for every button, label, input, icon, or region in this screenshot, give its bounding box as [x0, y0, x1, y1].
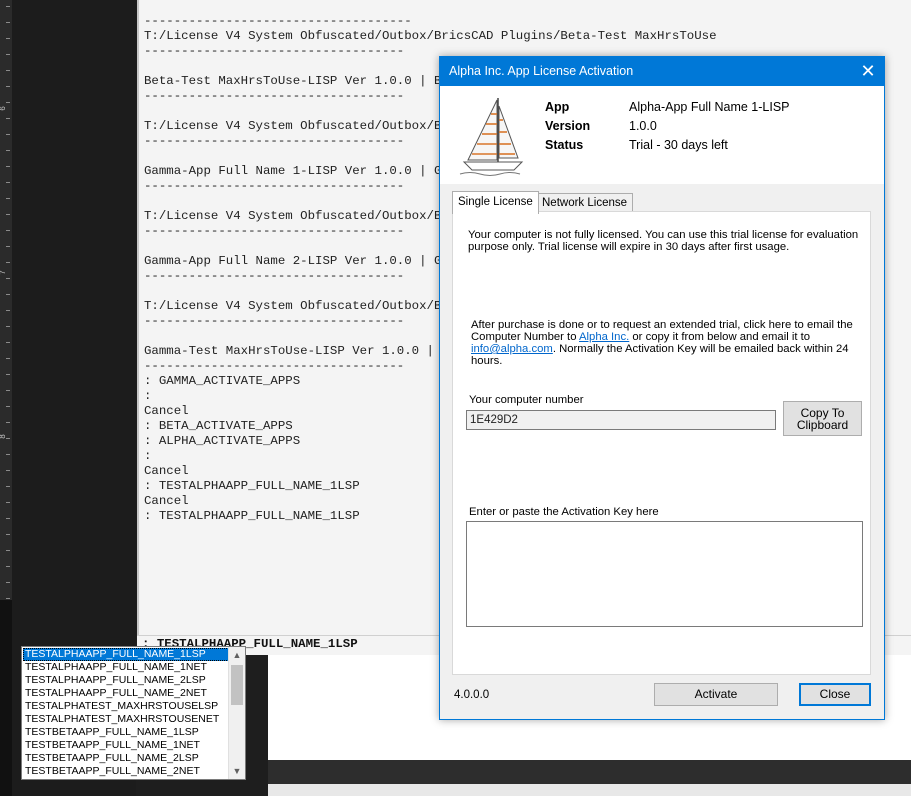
- ruler-tick: [6, 134, 10, 135]
- purchase-text: or copy it from below and email it to: [629, 331, 811, 343]
- close-icon[interactable]: ✕: [852, 57, 884, 86]
- autocomplete-items: TESTALPHAAPP_FULL_NAME_1LSP TESTALPHAAPP_…: [23, 648, 229, 778]
- purchase-text: . Normally the Activation Key will be em…: [552, 343, 849, 355]
- copy-button-label: Clipboard: [796, 418, 849, 432]
- computer-number-field[interactable]: 1E429D2: [466, 410, 776, 430]
- ruler-tick: [6, 598, 10, 599]
- chevron-up-icon[interactable]: ▲: [229, 647, 245, 663]
- email-link[interactable]: info@alpha.com: [471, 343, 553, 355]
- app-info-header: App Alpha-App Full Name 1-LISP Version 1…: [440, 86, 884, 184]
- copy-to-clipboard-button[interactable]: Copy To Clipboard: [783, 401, 862, 436]
- ruler-tick: [6, 182, 10, 183]
- version-value: 1.0.0: [629, 119, 657, 133]
- autocomplete-item[interactable]: TESTBETAAPP_FULL_NAME_2NET: [23, 765, 229, 778]
- ruler-label: 6: [0, 106, 8, 111]
- program-version: 4.0.0.0: [454, 689, 490, 701]
- ruler-tick: [6, 38, 10, 39]
- purchase-instructions: After purchase is done or to request an …: [471, 319, 853, 367]
- ruler-tick: [6, 166, 10, 167]
- ruler-tick: [6, 22, 10, 23]
- single-license-panel: Your computer is not fully licensed. You…: [452, 211, 871, 675]
- autocomplete-item[interactable]: TESTBETAAPP_FULL_NAME_1LSP: [23, 726, 229, 739]
- app-label: App: [545, 100, 570, 114]
- ruler-tick: [6, 214, 10, 215]
- ruler-tick: [6, 374, 10, 375]
- ruler-tick: [6, 294, 10, 295]
- ruler-tick: [6, 150, 10, 151]
- ruler-tick: [6, 246, 10, 247]
- trial-notice: Your computer is not fully licensed. You…: [468, 229, 858, 253]
- alpha-inc-link[interactable]: Alpha Inc.: [579, 331, 629, 343]
- computer-number-label: Your computer number: [469, 394, 584, 406]
- ruler-tick: [6, 502, 10, 503]
- scrollbar-thumb[interactable]: [231, 665, 243, 705]
- ruler-tick: [6, 262, 10, 263]
- chevron-down-icon[interactable]: ▼: [229, 763, 245, 779]
- version-label: Version: [545, 119, 591, 133]
- ruler-tick: [6, 278, 10, 279]
- ruler-tick: [6, 518, 10, 519]
- ruler-tick: [6, 486, 10, 487]
- ruler-tick: [6, 6, 10, 7]
- ruler-label: 8: [0, 434, 8, 439]
- status-value: Trial - 30 days left: [629, 138, 728, 152]
- autocomplete-item[interactable]: TESTALPHATEST_MAXHRSTOUSENET: [23, 713, 229, 726]
- ruler-tick: [6, 118, 10, 119]
- ruler-tick: [6, 54, 10, 55]
- ruler-tick: [6, 470, 10, 471]
- autocomplete-item[interactable]: TESTALPHATEST_MAXHRSTOUSELSP: [23, 700, 229, 713]
- ruler-tick: [6, 534, 10, 535]
- ruler-tick: [6, 102, 10, 103]
- trial-notice-line: Your computer is not fully licensed. You…: [468, 229, 859, 241]
- purchase-line: info@alpha.com. Normally the Activation …: [471, 343, 853, 355]
- sailboat-icon: [459, 98, 524, 176]
- activate-button[interactable]: Activate: [654, 683, 778, 706]
- autocomplete-item[interactable]: TESTALPHAAPP_FULL_NAME_1LSP: [23, 648, 229, 661]
- tab-network-license[interactable]: Network License: [536, 193, 634, 213]
- purchase-line: hours.: [471, 355, 503, 367]
- ruler-label: 7: [0, 270, 8, 275]
- ruler-tick: [6, 86, 10, 87]
- status-label: Status: [545, 138, 584, 152]
- autocomplete-item[interactable]: TESTALPHAAPP_FULL_NAME_2LSP: [23, 674, 229, 687]
- activation-key-input[interactable]: [466, 521, 863, 627]
- dialog-titlebar[interactable]: Alpha Inc. App License Activation ✕: [440, 57, 884, 86]
- purchase-line: Computer Number to Alpha Inc. or copy it…: [471, 331, 853, 343]
- ruler-tick: [6, 422, 10, 423]
- autocomplete-item[interactable]: TESTBETAAPP_FULL_NAME_1NET: [23, 739, 229, 752]
- ruler-tick: [6, 198, 10, 199]
- app-value: Alpha-App Full Name 1-LISP: [629, 100, 790, 114]
- ruler-tick: [6, 582, 10, 583]
- ruler-tick: [6, 566, 10, 567]
- status-bar-strip: [268, 784, 911, 796]
- ruler-tick: [6, 310, 10, 311]
- tab-single-license[interactable]: Single License: [452, 191, 539, 214]
- close-button[interactable]: Close: [799, 683, 871, 706]
- trial-notice-line: purpose only. Trial license will expire …: [468, 241, 790, 253]
- ruler-bottom-strip: [0, 600, 12, 796]
- ruler-tick: [6, 406, 10, 407]
- purchase-text: Computer Number to: [471, 331, 579, 343]
- autocomplete-scrollbar[interactable]: ▲ ▼: [228, 647, 245, 779]
- console-line: ------------------------------------: [144, 14, 412, 28]
- activation-key-label: Enter or paste the Activation Key here: [469, 506, 659, 518]
- ruler-tick: [6, 358, 10, 359]
- dialog-title: Alpha Inc. App License Activation: [449, 64, 634, 78]
- ruler-tick: [6, 326, 10, 327]
- ruler-tick: [6, 454, 10, 455]
- purchase-line: After purchase is done or to request an …: [471, 319, 853, 331]
- ruler-tick: [6, 70, 10, 71]
- license-activation-dialog: Alpha Inc. App License Activation ✕ App …: [439, 56, 885, 720]
- autocomplete-item[interactable]: TESTALPHAAPP_FULL_NAME_2NET: [23, 687, 229, 700]
- ruler-tick: [6, 230, 10, 231]
- command-autocomplete-list[interactable]: TESTALPHAAPP_FULL_NAME_1LSP TESTALPHAAPP_…: [21, 646, 246, 780]
- console-line: T:/License V4 System Obfuscated/Outbox/B…: [144, 29, 717, 43]
- autocomplete-item[interactable]: TESTALPHAAPP_FULL_NAME_1NET: [23, 661, 229, 674]
- ruler-tick: [6, 550, 10, 551]
- ruler-tick: [6, 342, 10, 343]
- autocomplete-item[interactable]: TESTBETAAPP_FULL_NAME_2LSP: [23, 752, 229, 765]
- ruler-tick: [6, 390, 10, 391]
